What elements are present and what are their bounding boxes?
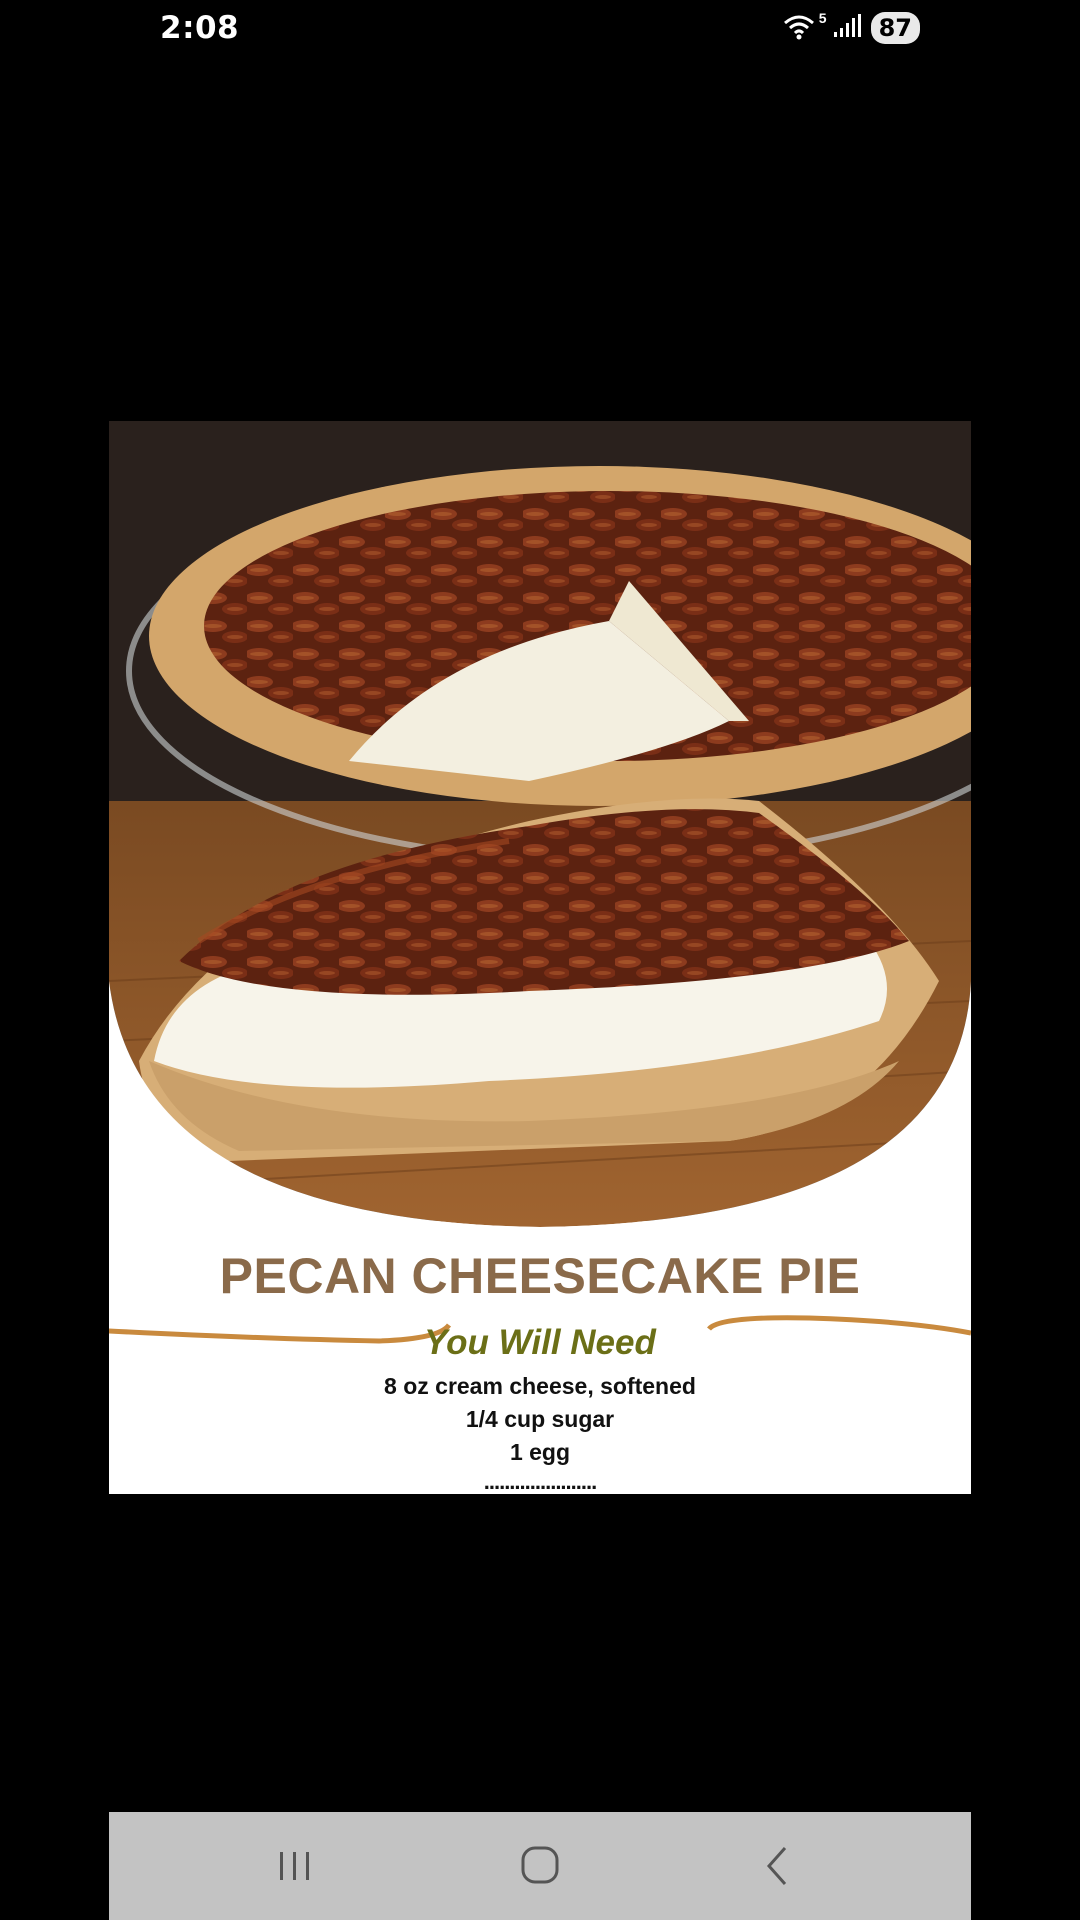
recents-icon[interactable] <box>265 1840 325 1892</box>
back-icon[interactable] <box>749 1840 809 1892</box>
ingredient-item: 1/4 cup sugar <box>465 1406 615 1432</box>
ingredient-item: 1 egg <box>509 1439 571 1465</box>
recipe-subtitle: You Will Need <box>424 1323 656 1362</box>
navigation-bar <box>109 1812 971 1920</box>
more-indicator: ...................... <box>483 1469 597 1494</box>
status-icons: 5 87 <box>783 10 920 44</box>
home-icon[interactable] <box>509 1840 569 1892</box>
recipe-title: PECAN CHEESECAKE PIE <box>219 1248 861 1304</box>
signal-icon <box>833 13 861 43</box>
battery-indicator: 87 <box>870 12 920 44</box>
ingredient-item: 8 oz cream cheese, softened <box>384 1373 696 1399</box>
status-bar: 2:08 5 87 <box>0 0 1080 58</box>
status-time: 2:08 <box>160 10 240 46</box>
post-image[interactable]: PECAN CHEESECAKE PIE You Will Need 8 oz … <box>109 421 971 1494</box>
wifi-icon: 5 <box>783 10 827 42</box>
wifi-label: 5 <box>818 10 827 26</box>
